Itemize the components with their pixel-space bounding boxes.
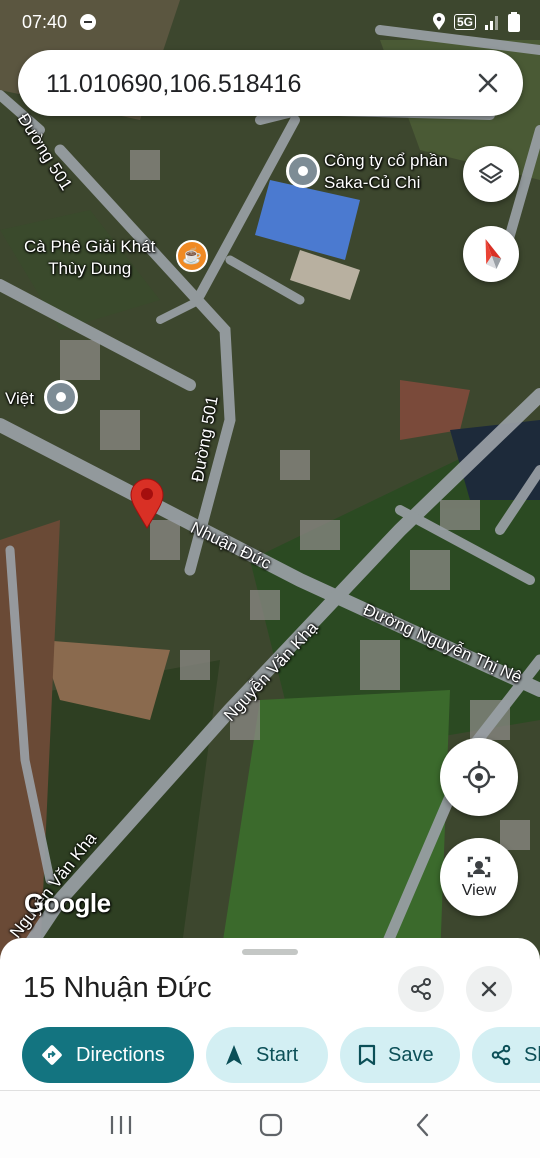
close-sheet-button[interactable]: [466, 966, 512, 1012]
view-label: View: [461, 882, 497, 899]
bookmark-icon: [358, 1044, 376, 1066]
back-icon: [416, 1113, 429, 1137]
save-button[interactable]: Save: [340, 1027, 460, 1083]
recent-apps-icon: [110, 1116, 132, 1134]
do-not-disturb-icon: [80, 14, 96, 30]
place-sheet[interactable]: 15 Nhuận Đức Directions Start Save S: [0, 938, 540, 1090]
home-button[interactable]: [226, 1091, 316, 1158]
poi-label-cafe[interactable]: Cà Phê Giải Khát Thùy Dung: [24, 236, 155, 280]
google-logo: Google: [24, 888, 111, 918]
close-icon: [481, 981, 497, 997]
back-button[interactable]: [378, 1091, 468, 1158]
directions-icon: [42, 1045, 62, 1065]
layers-icon: [479, 163, 503, 184]
system-nav-bar: [0, 1090, 540, 1158]
poi-label-viet[interactable]: Việt: [5, 388, 34, 410]
cafe-icon[interactable]: ☕: [176, 240, 208, 272]
share-icon: [411, 978, 431, 1000]
signal-icon: [485, 16, 498, 30]
satellite-imagery: [0, 0, 540, 960]
poi-pin-icon[interactable]: [286, 154, 320, 188]
share-icon-button[interactable]: [398, 966, 444, 1012]
poi-pin-icon[interactable]: [44, 380, 78, 414]
action-chips: Directions Start Save Share: [22, 1027, 540, 1083]
clear-search-button[interactable]: [471, 66, 505, 100]
directions-label: Directions: [76, 1043, 165, 1066]
recent-apps-button[interactable]: [76, 1091, 166, 1158]
poi-label-company[interactable]: Công ty cổ phần Saka-Củ Chi: [324, 150, 448, 194]
network-type: 5G: [453, 14, 476, 30]
street-view-icon: [467, 856, 491, 878]
search-box[interactable]: 11.010690,106.518416: [18, 50, 523, 116]
home-icon: [259, 1113, 283, 1137]
map-view[interactable]: Đường 501 Đường 501 Nhuận Đức Nguyễn Văn…: [0, 0, 540, 960]
close-icon: [478, 73, 498, 93]
drag-handle[interactable]: [242, 949, 298, 955]
status-time: 07:40: [22, 12, 68, 32]
battery-icon: [508, 12, 520, 32]
location-icon: [432, 13, 445, 30]
my-location-icon: [462, 760, 496, 794]
share-icon: [491, 1044, 511, 1066]
share-label: Share: [524, 1043, 540, 1066]
layers-button[interactable]: [463, 146, 519, 202]
search-input[interactable]: 11.010690,106.518416: [46, 70, 301, 99]
place-title: 15 Nhuận Đức: [23, 972, 212, 1004]
save-label: Save: [388, 1043, 434, 1066]
compass-button[interactable]: [463, 226, 519, 282]
street-view-button[interactable]: View: [440, 838, 518, 916]
start-label: Start: [256, 1043, 299, 1066]
start-button[interactable]: Start: [206, 1027, 328, 1083]
compass-icon: [485, 238, 502, 270]
share-button[interactable]: Share: [472, 1027, 540, 1083]
status-bar: 07:40 5G: [0, 0, 540, 46]
directions-button[interactable]: Directions: [22, 1027, 194, 1083]
navigation-arrow-icon: [226, 1045, 242, 1065]
my-location-button[interactable]: [440, 738, 518, 816]
